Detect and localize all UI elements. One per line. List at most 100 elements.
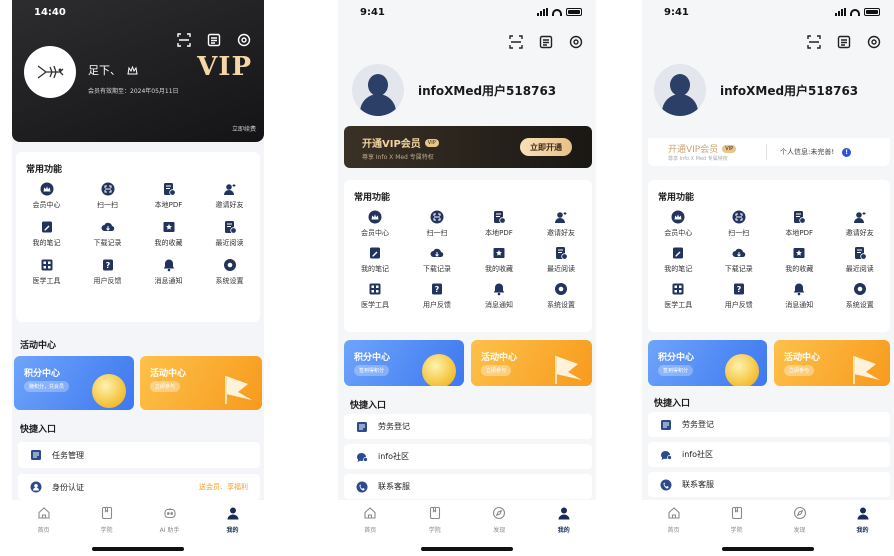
tab-item[interactable]: 首页	[19, 506, 69, 534]
scan-icon[interactable]	[806, 34, 822, 50]
message-icon[interactable]	[538, 34, 554, 50]
points-title: 积分中心	[658, 353, 695, 363]
tab-item[interactable]: 我的	[838, 506, 888, 534]
crown-badge-icon	[127, 65, 138, 74]
open-vip-button[interactable]: 立即开通	[520, 138, 572, 156]
function-item[interactable]: ? 用户反馈	[77, 258, 138, 286]
vip-mark: VIP	[197, 52, 252, 82]
message-icon[interactable]	[836, 34, 852, 50]
function-item[interactable]: 医学工具	[344, 282, 406, 310]
function-item[interactable]: 我的笔记	[648, 246, 709, 274]
activity-center-card[interactable]: 活动中心 立即参与	[471, 340, 592, 386]
vip-validity: 会员有效期至：2024年05月11日	[88, 88, 179, 95]
tab-item[interactable]: 发现	[474, 506, 524, 534]
section-title-functions: 常用功能	[658, 193, 695, 203]
download-icon	[430, 246, 444, 260]
function-item[interactable]: 会员中心	[648, 210, 709, 238]
bell-icon	[792, 282, 806, 296]
battery-icon	[864, 8, 880, 16]
points-center-card[interactable]: 积分中心 签到得积分	[648, 340, 767, 386]
function-item[interactable]: ? 用户反馈	[709, 282, 770, 310]
tab-item[interactable]: 首页	[649, 506, 699, 534]
function-item[interactable]: 本地PDF	[769, 210, 830, 238]
scan-icon[interactable]	[508, 34, 524, 50]
function-label: 我的收藏	[785, 265, 814, 273]
function-item[interactable]: 消息通知	[468, 282, 530, 310]
tab-item[interactable]: 我的	[539, 506, 589, 534]
quick-entry-row[interactable]: 联系客服	[648, 472, 890, 497]
note-icon	[368, 246, 382, 260]
function-item[interactable]: 消息通知	[769, 282, 830, 310]
quick-entry-row[interactable]: 劳务登记	[648, 412, 890, 437]
function-item[interactable]: 系统设置	[199, 258, 260, 286]
function-item[interactable]: 下载记录	[709, 246, 770, 274]
activity-center-card[interactable]: 活动中心 立即参与	[140, 356, 262, 410]
quick-entry-row[interactable]: info社区	[344, 444, 592, 469]
avatar[interactable]	[654, 64, 706, 116]
function-item[interactable]: 系统设置	[830, 282, 891, 310]
function-item[interactable]: 我的收藏	[769, 246, 830, 274]
avatar[interactable]	[24, 46, 76, 98]
function-item[interactable]: 会员中心	[344, 210, 406, 238]
settings-gear-icon[interactable]	[568, 34, 584, 50]
function-item[interactable]: 消息通知	[138, 258, 199, 286]
compass-icon	[793, 506, 807, 522]
settings-icon	[853, 282, 867, 296]
renew-link[interactable]: 立即续费	[232, 124, 256, 133]
function-item[interactable]: 最近阅读	[830, 246, 891, 274]
profile-status-row[interactable]: 个人信息:未完善! !	[780, 147, 852, 157]
function-item[interactable]: 下载记录	[406, 246, 468, 274]
activity-center-card[interactable]: 活动中心 立即参与	[774, 340, 890, 386]
function-item[interactable]: ? 用户反馈	[406, 282, 468, 310]
function-item[interactable]: 我的笔记	[16, 220, 77, 248]
function-item[interactable]: 医学工具	[648, 282, 709, 310]
tab-item[interactable]: 我的	[208, 506, 258, 534]
tab-item[interactable]: 学院	[82, 506, 132, 534]
tab-item[interactable]: 首页	[345, 506, 395, 534]
function-item[interactable]: 本地PDF	[138, 182, 199, 210]
function-item[interactable]: 扫一扫	[77, 182, 138, 210]
tab-item[interactable]: 发现	[775, 506, 825, 534]
top-actions	[176, 32, 252, 48]
vip-promo-bar[interactable]: 开通VIP会员 VIP 尊享 Info X Med 专属特权 立即开通	[344, 126, 592, 168]
points-center-card[interactable]: 积分中心 赚积分，兑会员	[14, 356, 134, 410]
avatar[interactable]	[352, 64, 404, 116]
function-item[interactable]: 我的收藏	[138, 220, 199, 248]
vip-promo-title: 开通VIP会员	[362, 139, 421, 150]
settings-gear-icon[interactable]	[236, 32, 252, 48]
scan-icon[interactable]	[176, 32, 192, 48]
function-item[interactable]: 邀请好友	[830, 210, 891, 238]
function-item[interactable]: 最近阅读	[199, 220, 260, 248]
quick-entry-row[interactable]: info社区	[648, 442, 890, 467]
quick-entry-row[interactable]: 劳务登记	[344, 414, 592, 439]
points-center-card[interactable]: 积分中心 签到得积分	[344, 340, 464, 386]
tab-label: 学院	[730, 527, 743, 534]
function-item[interactable]: 系统设置	[530, 282, 592, 310]
function-item[interactable]: 扫一扫	[406, 210, 468, 238]
function-item[interactable]: 会员中心	[16, 182, 77, 210]
tab-label: 发现	[793, 527, 806, 534]
function-label: 系统设置	[547, 301, 575, 309]
function-item[interactable]: 扫一扫	[709, 210, 770, 238]
function-item[interactable]: 本地PDF	[468, 210, 530, 238]
function-item[interactable]: 医学工具	[16, 258, 77, 286]
function-item[interactable]: 邀请好友	[530, 210, 592, 238]
vip-promo-collapsed[interactable]: 开通VIP会员 VIP 尊享 Info X Med 专属特权 个人信息:未完善!…	[648, 138, 890, 166]
quick-entry-row[interactable]: 联系客服	[344, 474, 592, 499]
quick-entry-row[interactable]: 身份认证 送会员、享福利	[18, 474, 260, 500]
settings-gear-icon[interactable]	[866, 34, 882, 50]
function-item[interactable]: 邀请好友	[199, 182, 260, 210]
download-icon	[732, 246, 746, 260]
function-label: 会员中心	[664, 229, 693, 237]
function-item[interactable]: 最近阅读	[530, 246, 592, 274]
function-item[interactable]: 我的笔记	[344, 246, 406, 274]
function-item[interactable]: 下载记录	[77, 220, 138, 248]
message-icon[interactable]	[206, 32, 222, 48]
function-item[interactable]: 我的收藏	[468, 246, 530, 274]
tab-item[interactable]: AI 助手	[145, 506, 195, 534]
tab-item[interactable]: 学院	[410, 506, 460, 534]
tab-item[interactable]: 学院	[712, 506, 762, 534]
quick-entry-row[interactable]: 任务管理	[18, 442, 260, 468]
function-label: 我的笔记	[361, 265, 389, 273]
vip-promo-title-row: 开通VIP会员 VIP	[362, 135, 439, 150]
